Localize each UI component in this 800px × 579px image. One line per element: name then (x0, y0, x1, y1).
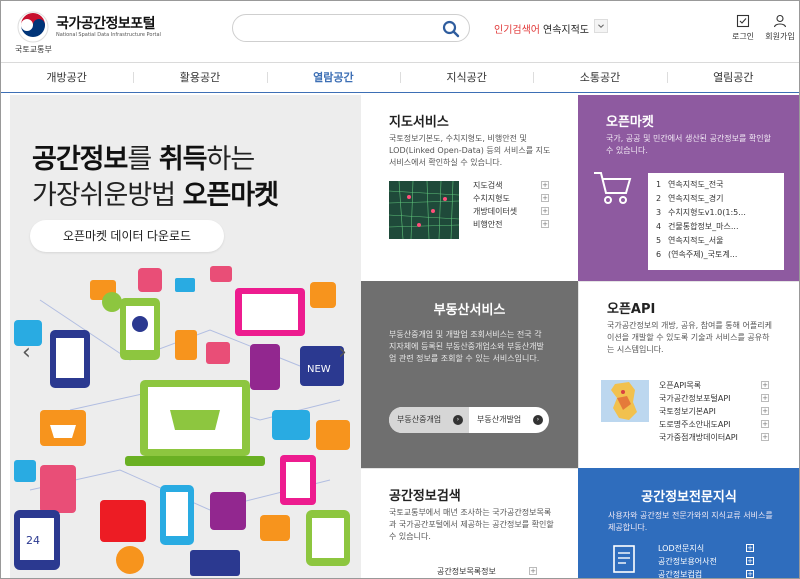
spatial-search-tile[interactable]: 공간정보검색 국토교통부에서 매년 조사하는 국가공간정보목록과 국가공간포털에… (361, 468, 578, 579)
hero-headline-line2: 가장쉬운방법 오픈마켓 (32, 180, 279, 211)
nav-item-public-space[interactable]: 열림공간 (666, 63, 800, 92)
nav-item-knowledge-space[interactable]: 지식공간 (399, 63, 533, 92)
popular-data-ranking: 1 연속지적도_전국 2 연속지적도_경기 3 수치지형도v1.0(1:5... 4건… (648, 173, 784, 270)
list-item[interactable]: 6 (연속주제)_국토계... (656, 248, 776, 262)
list-item[interactable]: 5 연속지적도_서울 (656, 234, 776, 248)
expert-knowledge-links: LOD전문지식 + 공간정보용어사전 + 공간정보컴컴 + (658, 542, 754, 579)
open-api-desc: 국가공간정보의 개방, 공유, 참여를 통해 어플리케이션을 개발할 수 있도록… (607, 321, 772, 354)
plus-icon: + (761, 407, 769, 415)
open-api-title: 오픈API (607, 302, 656, 317)
korea-map-icon (601, 380, 649, 422)
open-api-tile[interactable]: 오픈API 국가공간정보의 개방, 공유, 참여를 통해 어플리케이션을 개발할… (578, 281, 800, 468)
developer-button[interactable]: 부동산개발업 › (469, 407, 549, 433)
nav-item-communication-space[interactable]: 소통공간 (533, 63, 666, 92)
real-estate-tile: 부동산서비스 부동산중개업 및 개발업 조회서비스는 전국 각 지자체에 등록된… (361, 281, 578, 468)
cart-icon (594, 172, 632, 204)
ministry-name: 국토교통부 (15, 45, 52, 54)
plus-icon: + (746, 570, 754, 578)
map-service-tile[interactable]: 지도서비스 국토정보기본도, 수치지형도, 비행안전 및 LOD(Linked … (361, 95, 578, 281)
nav-item-view-space[interactable]: 열람공간 (266, 63, 400, 92)
user-icon (773, 14, 787, 28)
list-item[interactable]: 국가공간정보포털API + (659, 392, 769, 405)
broker-button[interactable]: 부동산중개업 › (389, 407, 469, 433)
list-item[interactable]: 4 건물통합정보_마스... (656, 220, 776, 234)
spatial-search-desc: 국토교통부에서 매년 조사하는 국가공간정보목록과 국가공간포털에서 제공하는 … (389, 508, 554, 541)
expert-knowledge-tile[interactable]: 공간정보전문지식 사용자와 공간정보 전문가와의 지식교류 서비스를 제공합니다… (578, 468, 800, 579)
plus-icon: + (761, 381, 769, 389)
real-estate-toggle: 부동산중개업 › 부동산개발업 › (389, 407, 549, 433)
real-estate-desc: 부동산중개업 및 개발업 조회서비스는 전국 각 지자체에 등록된 부동산중개업… (389, 330, 544, 363)
map-service-desc: 국토정보기본도, 수치지형도, 비행안전 및 LOD(Linked Open-D… (389, 134, 551, 167)
site-header: 국토교통부 국가공간정보포털 National Spatial Data Inf… (0, 0, 800, 62)
list-item[interactable]: 1 연속지적도_전국 (656, 178, 776, 192)
open-api-links: 오픈API목록 + 국가공간정보포털API + 국토정보기본API + 도로명주소안내… (659, 379, 769, 444)
nav-item-open-space[interactable]: 개방공간 (0, 63, 133, 92)
hero-headline-line1: 공간정보를 취득하는 (32, 144, 255, 175)
login-button[interactable]: 로그인 (729, 14, 757, 42)
plus-icon: + (541, 207, 549, 215)
popular-keyword-label: 인기검색어 (494, 25, 540, 36)
list-item[interactable]: 도로명주소안내도API + (659, 418, 769, 431)
prev-slide-icon[interactable]: ‹ (22, 340, 31, 365)
main-nav: 개방공간 활용공간 열람공간 지식공간 소통공간 열림공간 (0, 62, 800, 93)
svg-text:NEW: NEW (307, 364, 331, 375)
satellite-map-icon (389, 181, 459, 239)
real-estate-title[interactable]: 부동산서비스 (361, 299, 578, 318)
ministry-logo-icon[interactable] (16, 10, 50, 44)
expert-knowledge-title: 공간정보전문지식 (641, 490, 737, 505)
search-box (232, 14, 470, 42)
hero-illustration-icon: NEW 24 (14, 266, 350, 576)
list-item[interactable]: 공간정보컴컴 + (658, 568, 754, 579)
plus-icon: + (761, 394, 769, 402)
list-item[interactable]: 2 연속지적도_경기 (656, 192, 776, 206)
next-slide-icon[interactable]: › (338, 340, 347, 365)
list-item[interactable]: 지도검색 + (473, 179, 549, 192)
list-item[interactable]: 국가중점개방데이터API + (659, 431, 769, 444)
list-item[interactable]: 공간정보용어사전 + (658, 555, 754, 568)
plus-icon: + (541, 220, 549, 228)
open-market-tile[interactable]: 오픈마켓 국가, 공공 및 민간에서 생산된 공간정보를 확인할 수 있습니다.… (578, 95, 800, 281)
site-subtitle: National Spatial Data Infrastructure Por… (56, 32, 161, 38)
spatial-search-title: 공간정보검색 (389, 489, 461, 504)
list-item[interactable]: LOD전문지식 + (658, 542, 754, 555)
join-label: 회원가입 (765, 32, 795, 41)
spatial-search-links: 공간정보목록정보 + (437, 565, 537, 578)
popular-keyword[interactable]: 연속지적도 (543, 21, 589, 36)
chevron-right-icon: › (453, 415, 463, 425)
plus-icon: + (541, 194, 549, 202)
login-icon (736, 14, 750, 28)
list-item[interactable]: 3 수치지형도v1.0(1:5... (656, 206, 776, 220)
plus-icon: + (529, 567, 537, 575)
plus-icon: + (761, 420, 769, 428)
list-item[interactable]: 공간정보목록정보 + (437, 565, 537, 578)
join-button[interactable]: 회원가입 (762, 14, 798, 42)
document-icon (613, 545, 635, 573)
svg-text:24: 24 (26, 534, 40, 547)
plus-icon: + (746, 544, 754, 552)
map-service-title: 지도서비스 (389, 115, 449, 130)
plus-icon: + (541, 181, 549, 189)
expert-knowledge-desc: 사용자와 공간정보 전문가와의 지식교류 서비스를 제공합니다. (608, 511, 773, 532)
search-input[interactable] (245, 20, 435, 36)
chevron-right-icon: › (533, 415, 543, 425)
search-icon[interactable] (441, 19, 461, 39)
list-item[interactable]: 수치지형도 + (473, 192, 549, 205)
list-item[interactable]: 비행안전 + (473, 218, 549, 231)
plus-icon: + (746, 557, 754, 565)
chevron-down-icon[interactable] (594, 19, 608, 33)
list-item[interactable]: 국토정보기본API + (659, 405, 769, 418)
site-title[interactable]: 국가공간정보포털 (56, 13, 156, 33)
open-market-desc: 국가, 공공 및 민간에서 생산된 공간정보를 확인할 수 있습니다. (606, 134, 771, 155)
nav-item-use-space[interactable]: 활용공간 (133, 63, 266, 92)
list-item[interactable]: 개방데이터셋 + (473, 205, 549, 218)
open-market-title: 오픈마켓 (606, 115, 654, 130)
list-item[interactable]: 오픈API목록 + (659, 379, 769, 392)
login-label: 로그인 (731, 32, 755, 41)
map-service-links: 지도검색 + 수치지형도 + 개방데이터셋 + 비행안전 + (473, 179, 549, 231)
plus-icon: + (761, 433, 769, 441)
open-market-download-button[interactable]: 오픈마켓 데이터 다운로드 (30, 220, 224, 252)
hero-banner: 공간정보를 취득하는 가장쉬운방법 오픈마켓 오픈마켓 데이터 다운로드 NEW (10, 95, 361, 579)
